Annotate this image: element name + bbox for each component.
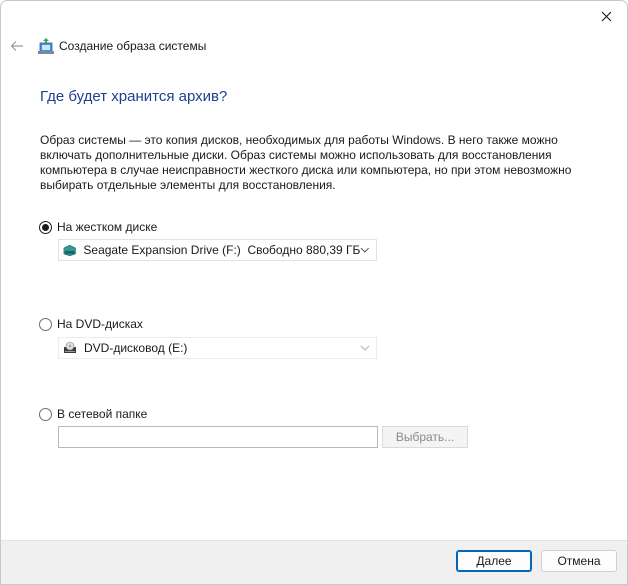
dvd-drive-icon [64, 341, 76, 353]
description-text: Образ системы — это копия дисков, необхо… [40, 133, 572, 192]
next-button[interactable]: Далее [456, 550, 532, 572]
hard-disk-select[interactable]: Seagate Expansion Drive (F:) Свободно 88… [58, 239, 377, 261]
hard-disk-select-value: Seagate Expansion Drive (F:) Свободно 88… [83, 243, 361, 257]
close-button[interactable] [591, 3, 621, 29]
close-icon [601, 11, 611, 21]
backup-app-icon [38, 38, 54, 54]
browse-button[interactable]: Выбрать... [382, 426, 468, 448]
dialog-window: Создание образа системы Где будет хранит… [0, 0, 628, 585]
radio-network[interactable]: В сетевой папке [39, 407, 147, 421]
dialog-footer: Далее Отмена [1, 540, 627, 584]
window-title: Создание образа системы [59, 39, 207, 53]
back-arrow-icon [10, 41, 23, 51]
dvd-select-value: DVD-дисковод (E:) [84, 341, 188, 355]
radio-network-indicator[interactable] [39, 407, 52, 421]
chevron-down-icon [360, 345, 370, 351]
radio-hard-disk-indicator[interactable] [39, 220, 52, 234]
external-drive-icon [63, 244, 76, 257]
radio-network-label: В сетевой папке [57, 407, 148, 421]
radio-hard-disk[interactable]: На жестком диске [39, 220, 157, 234]
cancel-button[interactable]: Отмена [541, 550, 617, 572]
network-path-input[interactable] [58, 426, 378, 448]
radio-dvd-indicator[interactable] [39, 317, 52, 331]
radio-dvd-label: На DVD-дисках [57, 317, 143, 331]
page-heading: Где будет хранится архив? [40, 88, 228, 105]
radio-dvd[interactable]: На DVD-дисках [39, 317, 143, 331]
title-bar: Создание образа системы [1, 34, 627, 60]
chevron-down-icon [360, 247, 370, 253]
dvd-select[interactable]: DVD-дисковод (E:) [58, 337, 377, 359]
back-button[interactable] [6, 34, 28, 58]
radio-hard-disk-label: На жестком диске [57, 220, 158, 234]
